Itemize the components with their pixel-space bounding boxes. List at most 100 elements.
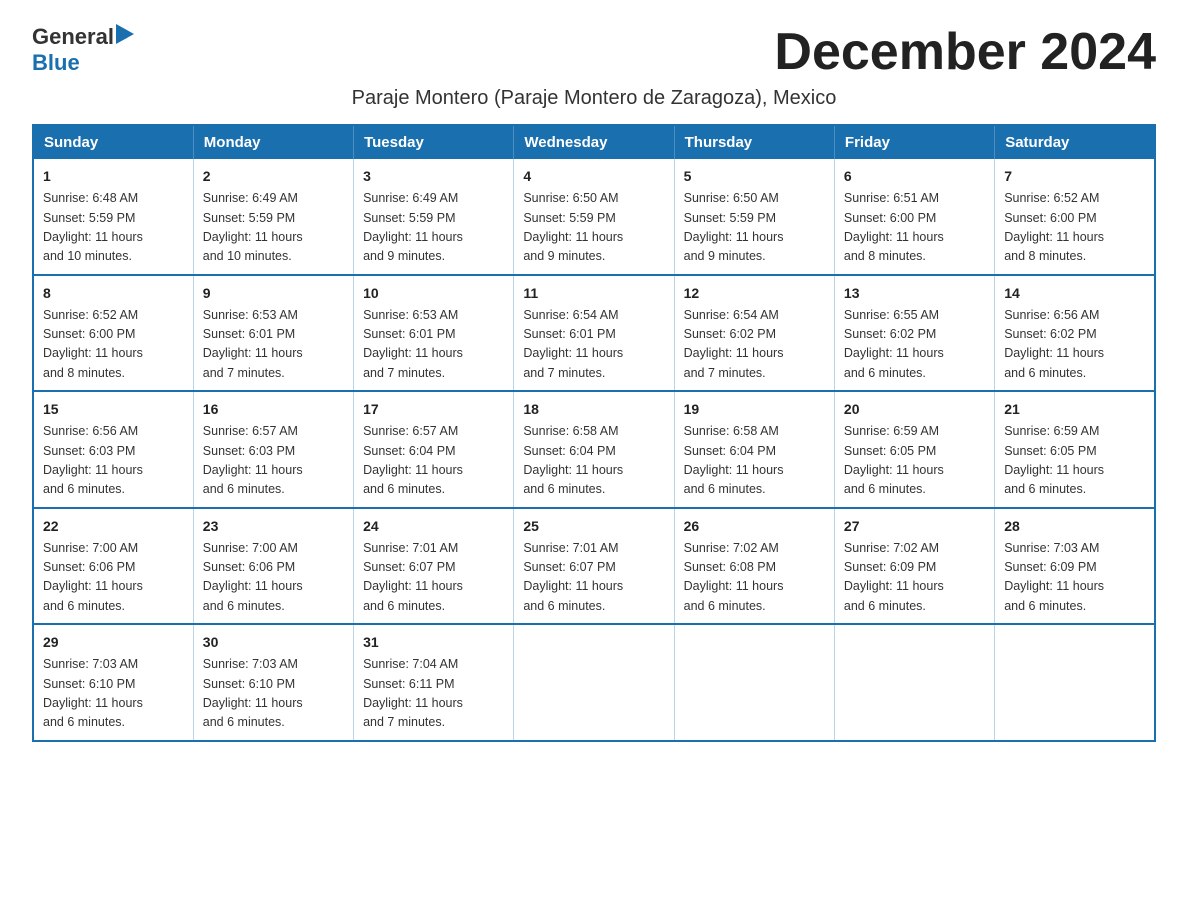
day-number: 20 [844,399,985,420]
day-number: 29 [43,632,184,653]
month-title: December 2024 [154,24,1156,81]
column-header-thursday: Thursday [674,125,834,159]
calendar-cell: 13Sunrise: 6:55 AMSunset: 6:02 PMDayligh… [834,275,994,392]
day-number: 15 [43,399,184,420]
calendar-cell [514,624,674,741]
day-info: Sunrise: 6:56 AMSunset: 6:02 PMDaylight:… [1004,306,1145,384]
day-number: 10 [363,283,504,304]
calendar-cell: 28Sunrise: 7:03 AMSunset: 6:09 PMDayligh… [995,508,1155,625]
day-number: 2 [203,166,344,187]
calendar-cell: 1Sunrise: 6:48 AMSunset: 5:59 PMDaylight… [33,159,193,275]
day-number: 6 [844,166,985,187]
calendar-cell: 26Sunrise: 7:02 AMSunset: 6:08 PMDayligh… [674,508,834,625]
calendar-cell: 25Sunrise: 7:01 AMSunset: 6:07 PMDayligh… [514,508,674,625]
title-area: December 2024 [134,24,1156,81]
calendar-cell: 29Sunrise: 7:03 AMSunset: 6:10 PMDayligh… [33,624,193,741]
calendar-cell: 18Sunrise: 6:58 AMSunset: 6:04 PMDayligh… [514,391,674,508]
day-info: Sunrise: 6:49 AMSunset: 5:59 PMDaylight:… [203,189,344,267]
day-info: Sunrise: 6:52 AMSunset: 6:00 PMDaylight:… [43,306,184,384]
day-info: Sunrise: 7:00 AMSunset: 6:06 PMDaylight:… [203,539,344,617]
calendar-cell [995,624,1155,741]
day-number: 24 [363,516,504,537]
day-info: Sunrise: 6:56 AMSunset: 6:03 PMDaylight:… [43,422,184,500]
calendar-cell: 3Sunrise: 6:49 AMSunset: 5:59 PMDaylight… [354,159,514,275]
day-number: 28 [1004,516,1145,537]
day-number: 9 [203,283,344,304]
day-number: 22 [43,516,184,537]
day-info: Sunrise: 6:55 AMSunset: 6:02 PMDaylight:… [844,306,985,384]
day-number: 23 [203,516,344,537]
calendar-cell: 20Sunrise: 6:59 AMSunset: 6:05 PMDayligh… [834,391,994,508]
column-header-wednesday: Wednesday [514,125,674,159]
day-info: Sunrise: 7:03 AMSunset: 6:10 PMDaylight:… [43,655,184,733]
calendar-cell: 19Sunrise: 6:58 AMSunset: 6:04 PMDayligh… [674,391,834,508]
day-number: 26 [684,516,825,537]
day-info: Sunrise: 7:01 AMSunset: 6:07 PMDaylight:… [523,539,664,617]
column-header-tuesday: Tuesday [354,125,514,159]
day-info: Sunrise: 7:03 AMSunset: 6:10 PMDaylight:… [203,655,344,733]
day-info: Sunrise: 6:53 AMSunset: 6:01 PMDaylight:… [363,306,504,384]
calendar-cell: 31Sunrise: 7:04 AMSunset: 6:11 PMDayligh… [354,624,514,741]
day-number: 7 [1004,166,1145,187]
logo-general: General [32,24,114,50]
day-info: Sunrise: 6:51 AMSunset: 6:00 PMDaylight:… [844,189,985,267]
calendar-cell [834,624,994,741]
day-info: Sunrise: 6:50 AMSunset: 5:59 PMDaylight:… [523,189,664,267]
day-info: Sunrise: 6:58 AMSunset: 6:04 PMDaylight:… [523,422,664,500]
location-subtitle: Paraje Montero (Paraje Montero de Zarago… [32,87,1156,110]
day-number: 14 [1004,283,1145,304]
calendar-cell: 11Sunrise: 6:54 AMSunset: 6:01 PMDayligh… [514,275,674,392]
calendar-cell: 16Sunrise: 6:57 AMSunset: 6:03 PMDayligh… [193,391,353,508]
day-info: Sunrise: 6:54 AMSunset: 6:01 PMDaylight:… [523,306,664,384]
calendar-cell: 30Sunrise: 7:03 AMSunset: 6:10 PMDayligh… [193,624,353,741]
day-number: 19 [684,399,825,420]
calendar-cell: 23Sunrise: 7:00 AMSunset: 6:06 PMDayligh… [193,508,353,625]
day-number: 21 [1004,399,1145,420]
day-info: Sunrise: 6:57 AMSunset: 6:04 PMDaylight:… [363,422,504,500]
day-info: Sunrise: 6:54 AMSunset: 6:02 PMDaylight:… [684,306,825,384]
day-info: Sunrise: 6:53 AMSunset: 6:01 PMDaylight:… [203,306,344,384]
day-number: 8 [43,283,184,304]
day-info: Sunrise: 6:58 AMSunset: 6:04 PMDaylight:… [684,422,825,500]
day-number: 18 [523,399,664,420]
day-number: 11 [523,283,664,304]
day-info: Sunrise: 6:48 AMSunset: 5:59 PMDaylight:… [43,189,184,267]
day-info: Sunrise: 6:50 AMSunset: 5:59 PMDaylight:… [684,189,825,267]
calendar-header-row: SundayMondayTuesdayWednesdayThursdayFrid… [33,125,1155,159]
day-info: Sunrise: 7:02 AMSunset: 6:09 PMDaylight:… [844,539,985,617]
day-info: Sunrise: 6:59 AMSunset: 6:05 PMDaylight:… [1004,422,1145,500]
calendar-week-5: 29Sunrise: 7:03 AMSunset: 6:10 PMDayligh… [33,624,1155,741]
calendar-cell: 8Sunrise: 6:52 AMSunset: 6:00 PMDaylight… [33,275,193,392]
column-header-saturday: Saturday [995,125,1155,159]
calendar-cell: 6Sunrise: 6:51 AMSunset: 6:00 PMDaylight… [834,159,994,275]
day-info: Sunrise: 7:00 AMSunset: 6:06 PMDaylight:… [43,539,184,617]
calendar-week-1: 1Sunrise: 6:48 AMSunset: 5:59 PMDaylight… [33,159,1155,275]
column-header-sunday: Sunday [33,125,193,159]
day-info: Sunrise: 6:57 AMSunset: 6:03 PMDaylight:… [203,422,344,500]
logo-icon [116,24,134,44]
day-number: 31 [363,632,504,653]
day-number: 27 [844,516,985,537]
calendar-cell: 7Sunrise: 6:52 AMSunset: 6:00 PMDaylight… [995,159,1155,275]
logo-blue: Blue [32,50,80,76]
page-header: General Blue December 2024 [32,24,1156,81]
day-info: Sunrise: 6:52 AMSunset: 6:00 PMDaylight:… [1004,189,1145,267]
day-number: 12 [684,283,825,304]
day-info: Sunrise: 7:01 AMSunset: 6:07 PMDaylight:… [363,539,504,617]
day-info: Sunrise: 7:04 AMSunset: 6:11 PMDaylight:… [363,655,504,733]
calendar-cell: 4Sunrise: 6:50 AMSunset: 5:59 PMDaylight… [514,159,674,275]
day-number: 25 [523,516,664,537]
day-number: 13 [844,283,985,304]
calendar-cell: 10Sunrise: 6:53 AMSunset: 6:01 PMDayligh… [354,275,514,392]
calendar-week-4: 22Sunrise: 7:00 AMSunset: 6:06 PMDayligh… [33,508,1155,625]
calendar-cell: 12Sunrise: 6:54 AMSunset: 6:02 PMDayligh… [674,275,834,392]
calendar-cell: 27Sunrise: 7:02 AMSunset: 6:09 PMDayligh… [834,508,994,625]
day-info: Sunrise: 7:03 AMSunset: 6:09 PMDaylight:… [1004,539,1145,617]
calendar-cell: 5Sunrise: 6:50 AMSunset: 5:59 PMDaylight… [674,159,834,275]
day-number: 30 [203,632,344,653]
day-info: Sunrise: 6:49 AMSunset: 5:59 PMDaylight:… [363,189,504,267]
day-number: 1 [43,166,184,187]
logo: General Blue [32,24,134,76]
day-info: Sunrise: 6:59 AMSunset: 6:05 PMDaylight:… [844,422,985,500]
day-number: 16 [203,399,344,420]
